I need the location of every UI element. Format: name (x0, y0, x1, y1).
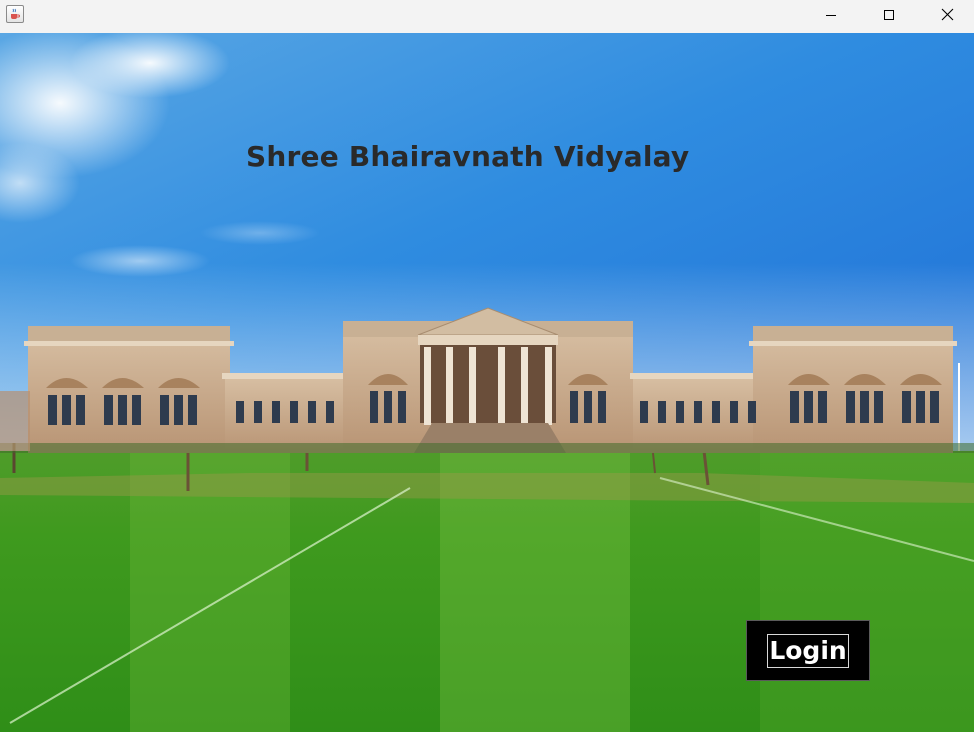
close-button[interactable] (918, 0, 974, 30)
login-button-label: Login (767, 633, 849, 668)
minimize-icon (825, 6, 837, 25)
title-bar[interactable] (0, 0, 974, 33)
maximize-button[interactable] (860, 0, 918, 30)
main-panel: Shree Bhairavnath Vidyalay Login (0, 33, 974, 732)
login-button[interactable]: Login (746, 620, 870, 681)
school-name-heading: Shree Bhairavnath Vidyalay (246, 140, 690, 173)
java-cup-icon[interactable] (6, 5, 24, 23)
minimize-button[interactable] (802, 0, 860, 30)
maximize-icon (883, 6, 895, 25)
app-window: Shree Bhairavnath Vidyalay Login (0, 0, 974, 732)
close-icon (941, 6, 954, 25)
